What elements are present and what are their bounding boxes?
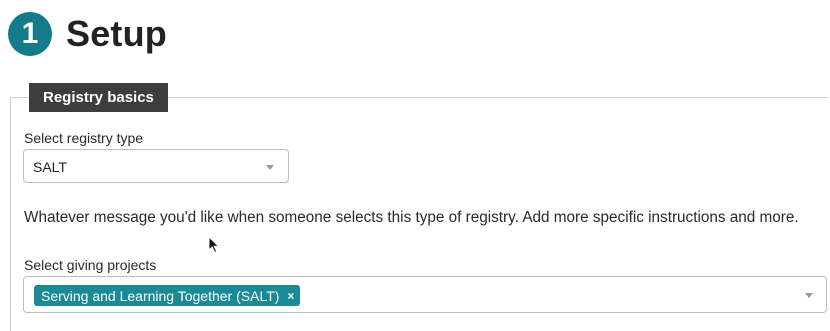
giving-project-tag-label: Serving and Learning Together (SALT): [41, 287, 280, 304]
setup-page: 1 Setup Registry basics Select registry …: [0, 0, 830, 331]
mouse-pointer-icon: [208, 236, 220, 254]
chevron-down-icon[interactable]: [266, 165, 274, 170]
giving-projects-select[interactable]: Serving and Learning Together (SALT) ×: [23, 276, 827, 313]
page-title: Setup: [66, 13, 168, 54]
tag-remove-icon[interactable]: ×: [287, 289, 294, 303]
registry-type-message: Whatever message you'd like when someone…: [24, 209, 799, 226]
page-header: 1 Setup: [8, 12, 167, 56]
giving-project-tag: Serving and Learning Together (SALT) ×: [34, 285, 301, 306]
registry-basics-legend: Registry basics: [29, 83, 168, 112]
registry-type-label: Select registry type: [24, 130, 144, 146]
chevron-down-icon[interactable]: [805, 293, 813, 298]
giving-projects-label: Select giving projects: [24, 257, 157, 273]
step-number-badge: 1: [8, 12, 52, 56]
registry-type-selected-value: SALT: [33, 159, 67, 175]
registry-type-select[interactable]: SALT: [23, 149, 289, 183]
